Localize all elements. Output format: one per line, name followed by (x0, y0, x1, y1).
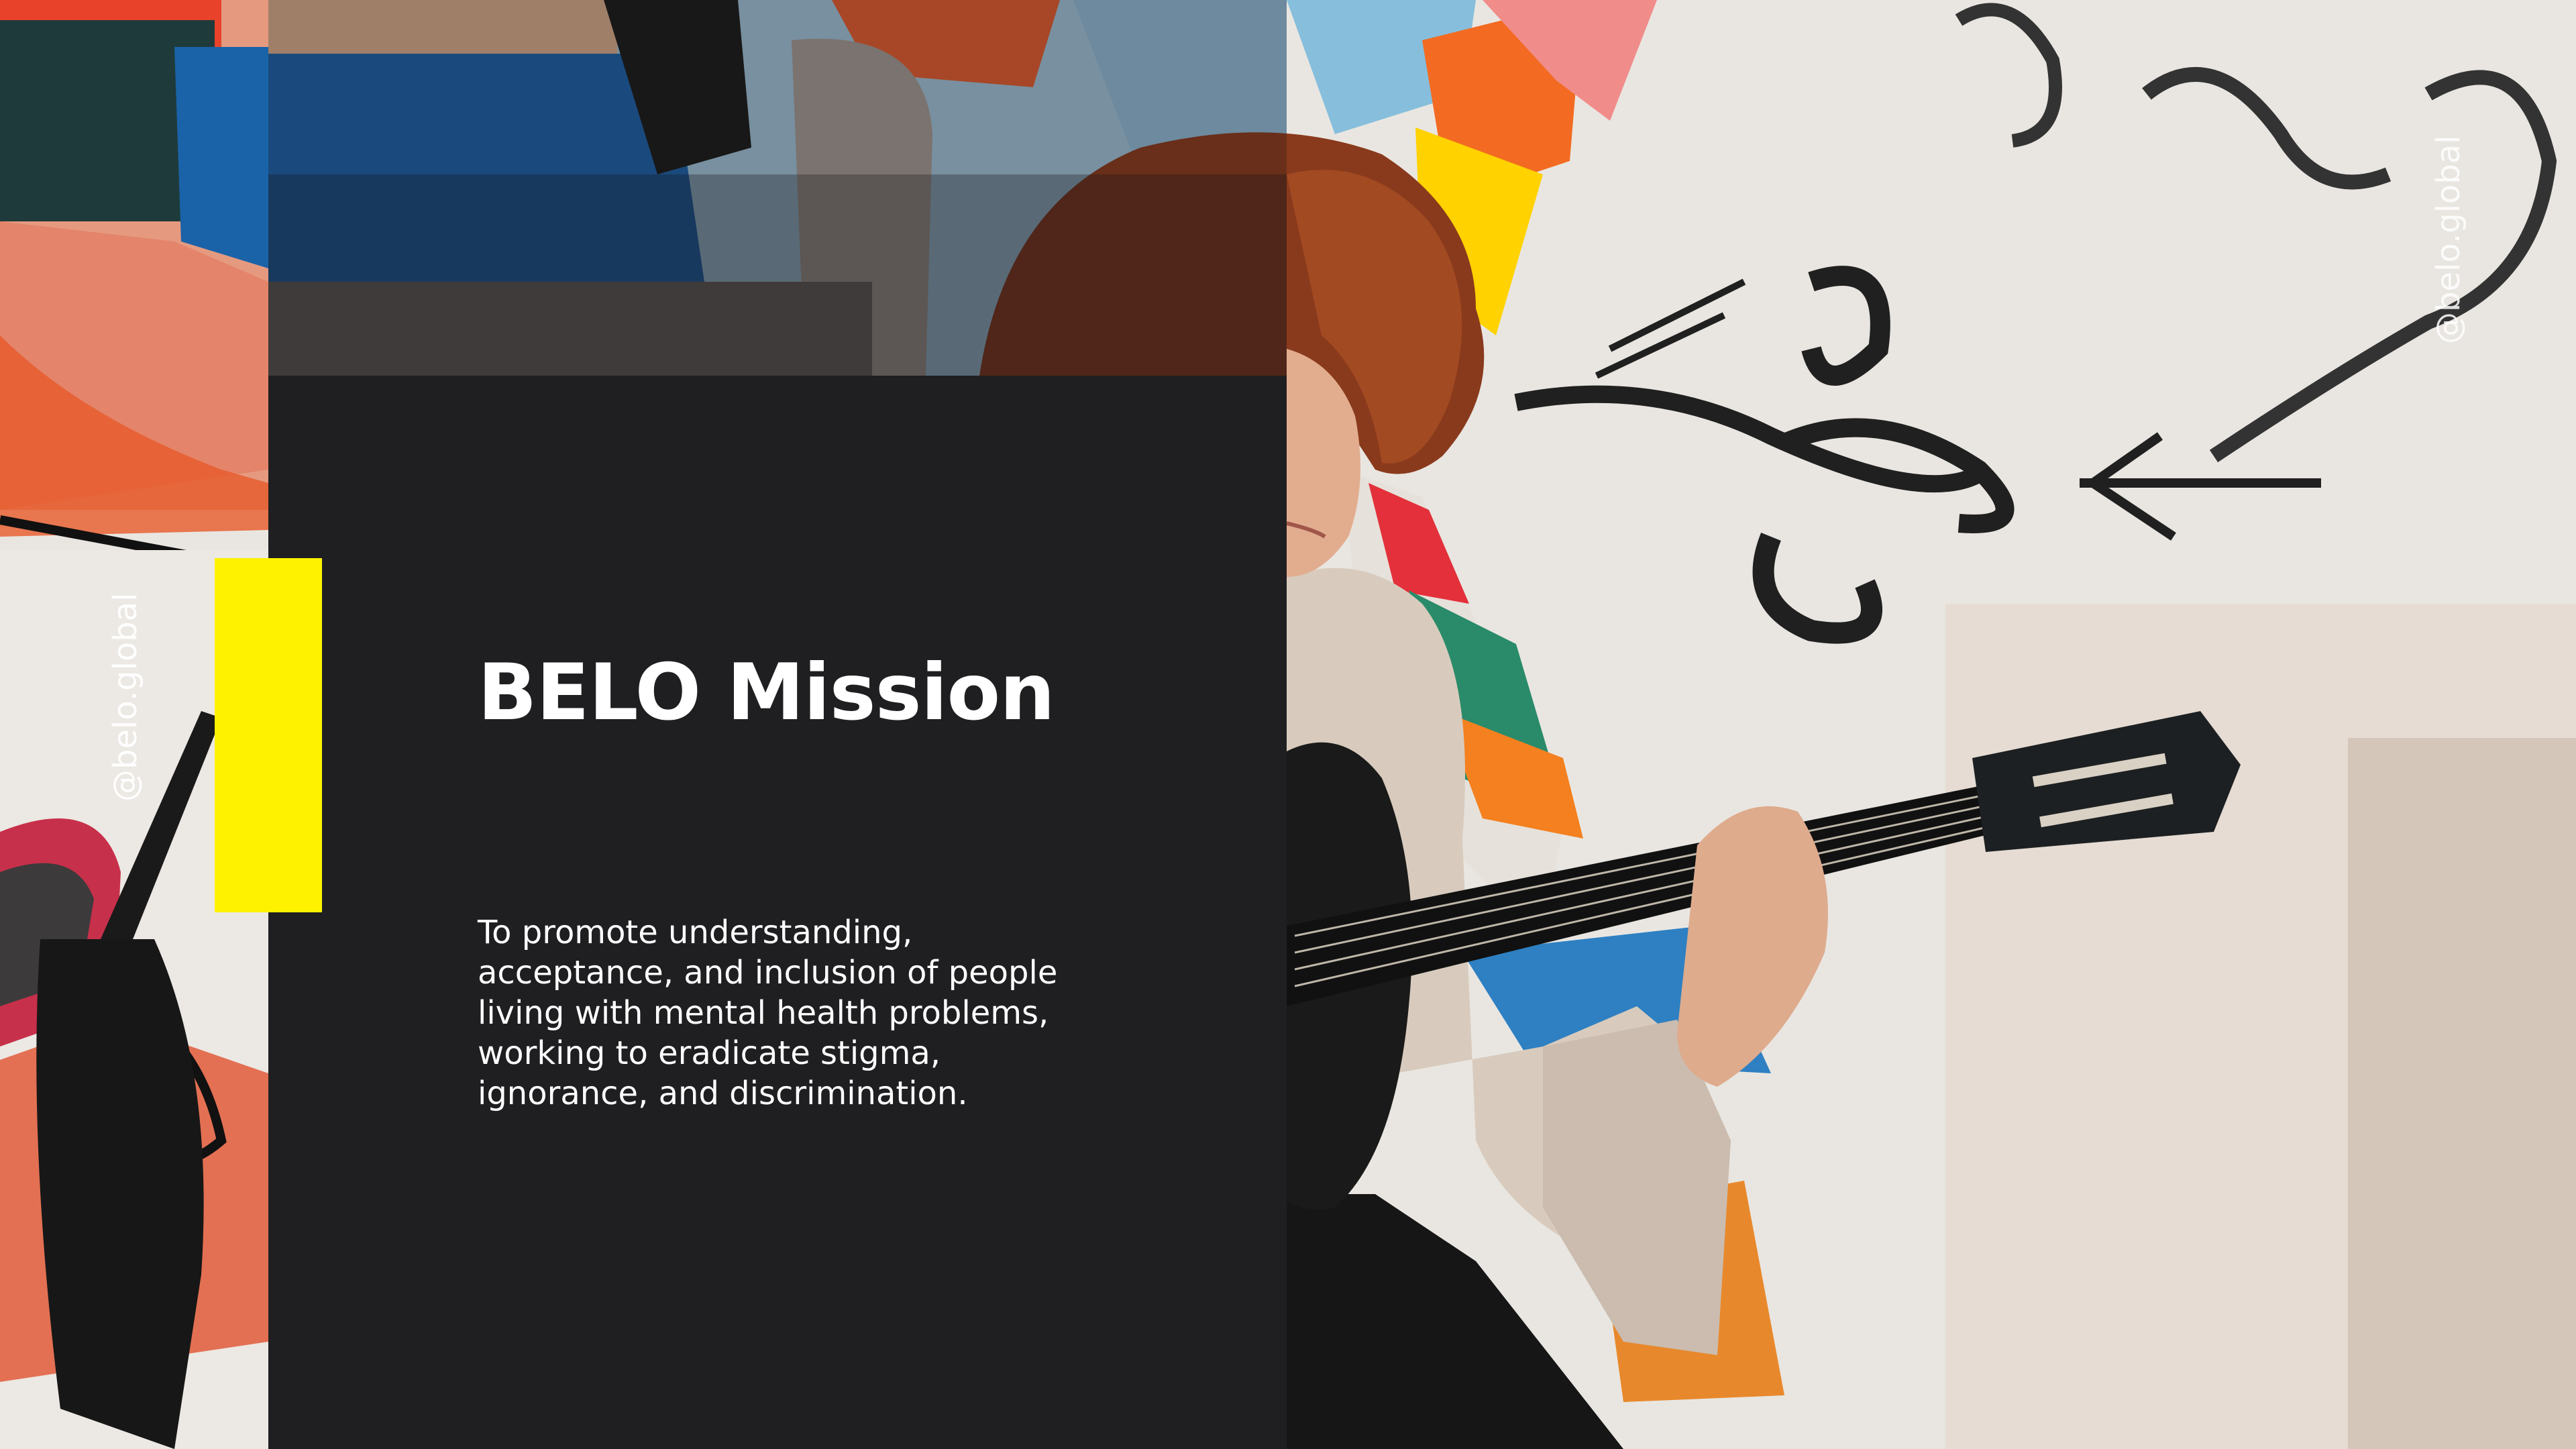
top-tint-strip (268, 174, 1287, 376)
mission-line: living with mental health problems, (478, 994, 1049, 1032)
slide: BELO Mission To promote understanding, a… (0, 0, 2576, 1449)
yellow-accent-bar (215, 558, 322, 912)
mission-line: To promote understanding, (478, 914, 913, 951)
social-handle-left: @belo.global (107, 592, 144, 802)
social-handle-right: @belo.global (2430, 135, 2467, 344)
mission-statement: To promote understanding, acceptance, an… (478, 912, 1148, 1114)
mission-line: acceptance, and inclusion of people (478, 954, 1058, 991)
mission-line: ignorance, and discrimination. (478, 1075, 968, 1112)
slide-title: BELO Mission (478, 647, 1055, 738)
mission-line: working to eradicate stigma, (478, 1034, 941, 1072)
